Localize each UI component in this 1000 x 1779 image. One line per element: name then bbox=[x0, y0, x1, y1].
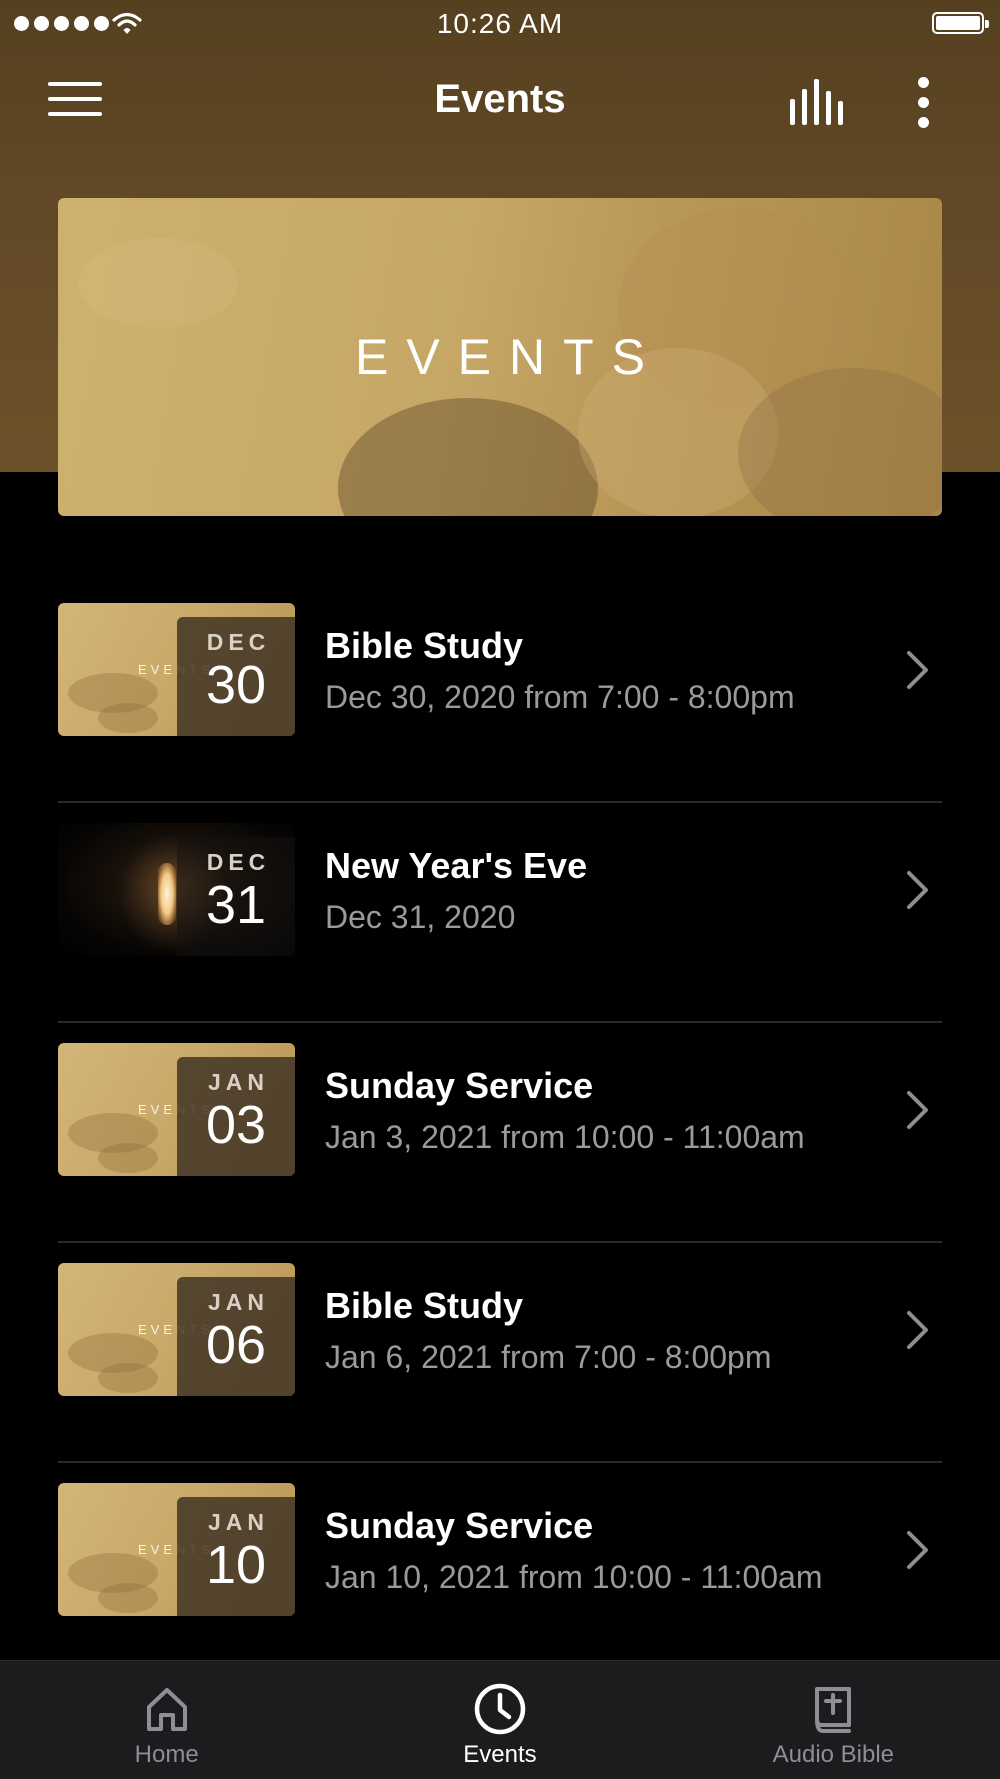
chevron-right-icon bbox=[907, 1091, 928, 1129]
event-thumbnail: EVENTS DEC 30 bbox=[58, 603, 295, 736]
date-day: 03 bbox=[205, 1095, 267, 1155]
chevron-right-icon bbox=[907, 871, 928, 909]
events-banner[interactable]: EVENTS bbox=[58, 198, 942, 516]
event-title: Bible Study bbox=[325, 625, 524, 666]
event-thumbnail: EVENTS JAN 06 bbox=[58, 1263, 295, 1396]
status-time: 10:26 AM bbox=[436, 8, 564, 39]
date-badge: DEC 31 bbox=[177, 837, 295, 956]
date-badge: JAN 06 bbox=[177, 1277, 295, 1396]
date-month: DEC bbox=[206, 849, 271, 875]
tab-home[interactable]: Home bbox=[0, 1661, 333, 1779]
date-month: JAN bbox=[207, 1509, 269, 1535]
event-thumbnail: EVENTS JAN 03 bbox=[58, 1043, 295, 1176]
event-title: Sunday Service bbox=[325, 1505, 594, 1546]
tab-label: Home bbox=[134, 1741, 199, 1768]
tab-bar: Home Events Audio Bible bbox=[0, 1660, 1000, 1779]
event-title: Sunday Service bbox=[325, 1065, 594, 1106]
date-month: JAN bbox=[207, 1069, 269, 1095]
bible-icon bbox=[815, 1687, 852, 1733]
event-title: Bible Study bbox=[325, 1285, 524, 1326]
more-vertical-icon bbox=[918, 77, 929, 88]
date-day: 30 bbox=[205, 655, 267, 715]
tab-events[interactable]: Events bbox=[333, 1661, 666, 1779]
event-thumbnail: EVENTS JAN 10 bbox=[58, 1483, 295, 1616]
event-time: Dec 30, 2020 from 7:00 - 8:00pm bbox=[325, 679, 795, 715]
clock-icon bbox=[474, 1683, 526, 1735]
event-row-new-years-eve[interactable]: DEC 31 New Year's Eve Dec 31, 2020 bbox=[0, 803, 1000, 1023]
date-day: 10 bbox=[205, 1535, 267, 1595]
event-thumbnail: DEC 31 bbox=[58, 823, 295, 956]
date-month: JAN bbox=[207, 1289, 269, 1315]
date-month: DEC bbox=[206, 629, 271, 655]
date-day: 31 bbox=[205, 875, 267, 935]
page-title: Events bbox=[434, 77, 566, 121]
date-badge: DEC 30 bbox=[177, 617, 295, 736]
date-badge: JAN 10 bbox=[177, 1497, 295, 1616]
home-icon bbox=[146, 1688, 187, 1731]
date-badge: JAN 03 bbox=[177, 1057, 295, 1176]
event-row-bible-study-dec-30[interactable]: EVENTS DEC 30 Bible Study Dec 30, 2020 f… bbox=[0, 583, 1000, 803]
event-time: Jan 3, 2021 from 10:00 - 11:00am bbox=[325, 1119, 805, 1155]
battery-icon bbox=[932, 12, 989, 34]
nav-bar: Events bbox=[0, 55, 1000, 151]
date-day: 06 bbox=[205, 1315, 267, 1375]
status-bar: 10:26 AM bbox=[0, 0, 1000, 50]
event-row-sunday-service-jan-03[interactable]: EVENTS JAN 03 Sunday Service Jan 3, 2021… bbox=[0, 1023, 1000, 1243]
banner-title: EVENTS bbox=[354, 329, 664, 385]
tab-label: Events bbox=[463, 1741, 537, 1768]
event-title: New Year's Eve bbox=[325, 845, 588, 886]
chevron-right-icon bbox=[907, 651, 928, 689]
event-time: Jan 6, 2021 from 7:00 - 8:00pm bbox=[325, 1339, 772, 1375]
event-list: EVENTS DEC 30 Bible Study Dec 30, 2020 f… bbox=[0, 583, 1000, 1683]
chevron-right-icon bbox=[907, 1311, 928, 1349]
event-time: Jan 10, 2021 from 10:00 - 11:00am bbox=[325, 1559, 823, 1595]
event-row-bible-study-jan-06[interactable]: EVENTS JAN 06 Bible Study Jan 6, 2021 fr… bbox=[0, 1243, 1000, 1463]
tab-label: Audio Bible bbox=[772, 1741, 895, 1768]
audio-bars-icon[interactable] bbox=[788, 77, 846, 127]
tab-audio-bible[interactable]: Audio Bible bbox=[667, 1661, 1000, 1779]
event-row-sunday-service-jan-10[interactable]: EVENTS JAN 10 Sunday Service Jan 10, 202… bbox=[0, 1463, 1000, 1683]
chevron-right-icon bbox=[907, 1531, 928, 1569]
event-time: Dec 31, 2020 bbox=[325, 899, 516, 935]
more-options-button[interactable] bbox=[908, 75, 940, 131]
